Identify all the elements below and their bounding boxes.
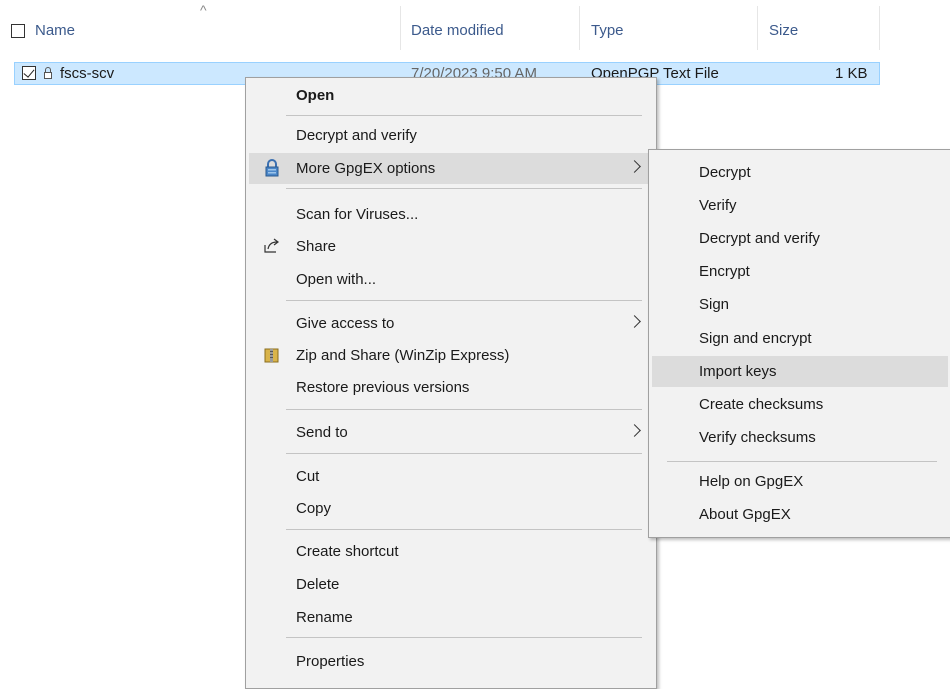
menu-item-send-to[interactable]: Send to — [249, 417, 653, 448]
menu-item-properties[interactable]: Properties — [249, 646, 653, 677]
menu-item-label: Scan for Viruses... — [296, 206, 419, 223]
menu-item-give-access[interactable]: Give access to — [249, 308, 653, 339]
chevron-right-icon — [628, 160, 641, 173]
menu-item-label: Sign and encrypt — [699, 330, 812, 347]
menu-item-label: Rename — [296, 609, 353, 626]
menu-item-decrypt-verify[interactable]: Decrypt and verify — [249, 120, 653, 151]
menu-item-label: More GpgEX options — [296, 160, 436, 177]
menu-item-label: Properties — [296, 653, 365, 670]
menu-item-label: Send to — [296, 424, 348, 441]
menu-separator — [286, 409, 642, 410]
menu-item-label: Give access to — [296, 315, 395, 332]
column-date-modified[interactable]: Date modified — [411, 22, 504, 40]
menu-item-restore-versions[interactable]: Restore previous versions — [249, 372, 653, 403]
menu-item-label: Decrypt — [699, 164, 751, 181]
menu-item-label: Restore previous versions — [296, 379, 470, 396]
column-divider[interactable] — [879, 6, 880, 50]
menu-item-rename[interactable]: Rename — [249, 602, 653, 633]
column-header: Name ^ Date modified Type Size — [0, 0, 950, 62]
encrypted-file-icon — [44, 67, 52, 79]
menu-separator — [286, 300, 642, 301]
menu-item-label: Create shortcut — [296, 543, 399, 560]
menu-item-share[interactable]: Share — [249, 231, 653, 262]
column-divider[interactable] — [579, 6, 580, 50]
menu-item-more-gpgex-options[interactable]: More GpgEX options — [249, 153, 653, 184]
menu-item-label: Verify — [699, 197, 737, 214]
select-all-checkbox[interactable] — [11, 24, 25, 38]
context-menu: Open Decrypt and verify More GpgEX optio… — [245, 77, 657, 689]
column-divider[interactable] — [400, 6, 401, 50]
gpgex-lock-icon — [265, 159, 279, 177]
menu-item-zip-share[interactable]: Zip and Share (WinZip Express) — [249, 340, 653, 371]
menu-separator — [667, 461, 937, 462]
menu-separator — [286, 453, 642, 454]
menu-item-create-shortcut[interactable]: Create shortcut — [249, 536, 653, 567]
menu-separator — [286, 637, 642, 638]
menu-item-label: Open with... — [296, 271, 377, 288]
menu-item-cut[interactable]: Cut — [249, 461, 653, 492]
menu-item-open[interactable]: Open — [249, 80, 653, 111]
submenu-item-about[interactable]: About GpgEX — [652, 499, 948, 530]
menu-item-label: Sign — [699, 296, 730, 313]
menu-item-label: Decrypt and verify — [296, 127, 417, 144]
submenu-item-encrypt[interactable]: Encrypt — [652, 256, 948, 287]
menu-item-label: Import keys — [699, 363, 777, 380]
menu-item-delete[interactable]: Delete — [249, 569, 653, 600]
menu-separator — [286, 115, 642, 116]
menu-item-label: Decrypt and verify — [699, 230, 820, 247]
column-name[interactable]: Name — [35, 22, 75, 40]
submenu-item-import-keys[interactable]: Import keys — [652, 356, 948, 387]
menu-item-label: About GpgEX — [699, 506, 791, 523]
column-type[interactable]: Type — [591, 22, 624, 40]
file-size: 1 KB — [835, 65, 868, 82]
menu-item-label: Encrypt — [699, 263, 750, 280]
gpgex-submenu: Decrypt Verify Decrypt and verify Encryp… — [648, 149, 950, 538]
submenu-item-decrypt[interactable]: Decrypt — [652, 157, 948, 188]
submenu-item-verify-checksums[interactable]: Verify checksums — [652, 422, 948, 453]
submenu-item-sign[interactable]: Sign — [652, 289, 948, 320]
chevron-right-icon — [628, 424, 641, 437]
menu-item-label: Cut — [296, 468, 320, 485]
menu-item-label: Copy — [296, 500, 332, 517]
column-size[interactable]: Size — [769, 22, 798, 40]
winzip-icon — [264, 348, 279, 363]
menu-item-label: Share — [296, 238, 337, 255]
sort-ascending-icon: ^ — [200, 2, 207, 18]
chevron-right-icon — [628, 315, 641, 328]
menu-item-label: Create checksums — [699, 396, 824, 413]
submenu-item-create-checksums[interactable]: Create checksums — [652, 389, 948, 420]
share-icon — [264, 238, 279, 253]
menu-item-scan-viruses[interactable]: Scan for Viruses... — [249, 199, 653, 230]
menu-item-label: Delete — [296, 576, 340, 593]
menu-item-copy[interactable]: Copy — [249, 493, 653, 524]
file-name: fscs-scv — [60, 65, 115, 82]
menu-separator — [286, 188, 642, 189]
submenu-item-sign-encrypt[interactable]: Sign and encrypt — [652, 323, 948, 354]
menu-item-label: Open — [296, 87, 335, 104]
menu-separator — [286, 529, 642, 530]
submenu-item-verify[interactable]: Verify — [652, 190, 948, 221]
file-checkbox[interactable] — [22, 66, 36, 80]
submenu-item-help[interactable]: Help on GpgEX — [652, 466, 948, 497]
submenu-item-decrypt-verify[interactable]: Decrypt and verify — [652, 223, 948, 254]
menu-item-label: Verify checksums — [699, 429, 816, 446]
column-divider[interactable] — [757, 6, 758, 50]
menu-item-open-with[interactable]: Open with... — [249, 264, 653, 295]
menu-item-label: Help on GpgEX — [699, 473, 804, 490]
menu-item-label: Zip and Share (WinZip Express) — [296, 347, 510, 364]
